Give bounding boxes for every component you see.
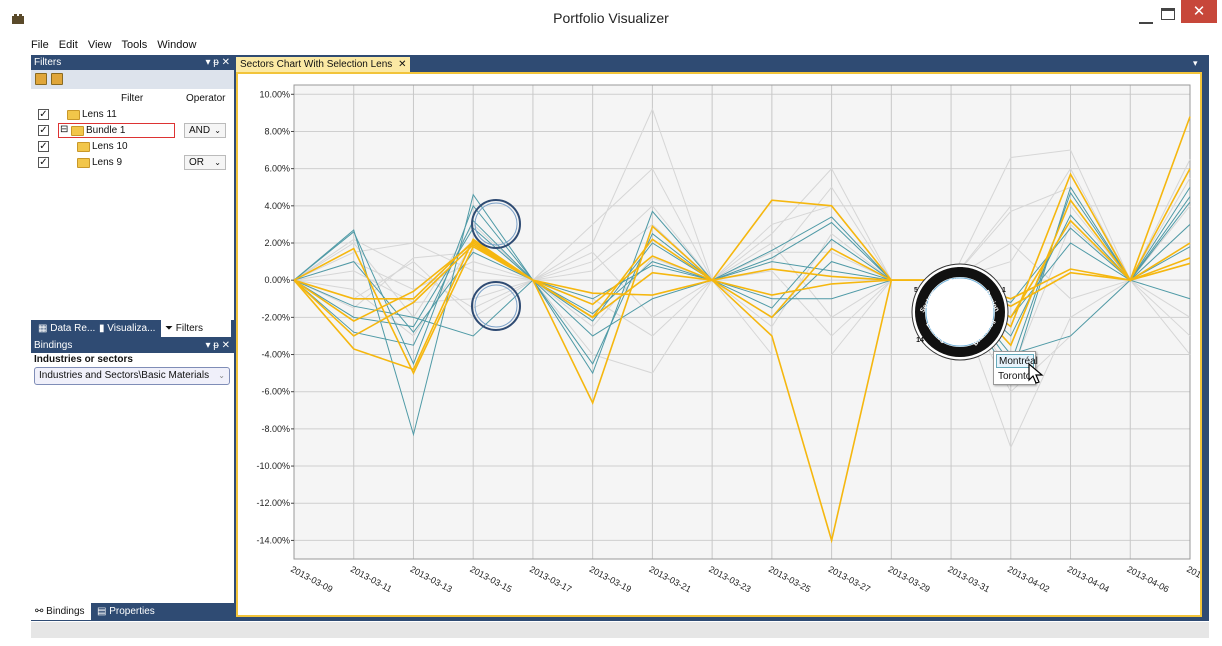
y-tick-label: -2.00% <box>261 312 290 322</box>
expander-icon[interactable]: ⊟ <box>60 124 68 135</box>
tab-data-repository[interactable]: ▦ Data Re... <box>34 320 95 337</box>
filters-panel-title: Filters <box>34 57 62 68</box>
panel-tools[interactable]: ▾ ᵽ ✕ <box>205 338 230 353</box>
filter-checkbox[interactable]: ✓ <box>38 141 49 152</box>
filter-row[interactable]: ✓ Lens 11 <box>31 107 234 123</box>
lens-count-right: 1 <box>1002 287 1006 294</box>
menu-view[interactable]: View <box>88 39 112 51</box>
maximize-button[interactable] <box>1161 8 1175 20</box>
y-tick-label: 6.00% <box>264 164 290 174</box>
menu-bar: File Edit View Tools Window <box>31 39 203 55</box>
y-tick-label: -14.00% <box>256 535 290 545</box>
y-tick-label: -6.00% <box>261 387 290 397</box>
y-tick-label: -4.00% <box>261 350 290 360</box>
chart-frame: 10.00% 8.00% 6.00% 4.00% 2.00% 0.00% -2.00% -4.… <box>236 72 1202 617</box>
x-tick-label: 2013-03-15 <box>468 564 513 594</box>
menu-edit[interactable]: Edit <box>59 39 78 51</box>
column-header-operator: Operator <box>186 93 226 104</box>
filter-row[interactable]: ✓ Lens 9 OR ⌄ <box>31 155 234 171</box>
filter-checkbox[interactable]: ✓ <box>38 157 49 168</box>
y-tick-label: 8.00% <box>264 126 290 136</box>
filter-label: Lens 9 <box>92 157 123 168</box>
filter-checkbox[interactable]: ✓ <box>38 125 49 136</box>
bindings-panel-tabs: ⚯ Bindings ▤ Properties <box>31 603 234 620</box>
filters-panel: Filters ▾ ᵽ ✕ Filter Operator ✓ Lens 11 … <box>31 55 234 337</box>
y-tick-label: -8.00% <box>261 424 290 434</box>
filter-label: Lens 11 <box>82 109 117 120</box>
filter-checkbox[interactable]: ✓ <box>38 109 49 120</box>
x-tick-label: 2013-03-09 <box>289 564 334 594</box>
y-tick-label: -10.00% <box>256 461 290 471</box>
x-tick-label: 2013-03-25 <box>767 564 812 594</box>
filter-row[interactable]: ✓ ⊟ Bundle 1 AND ⌄ <box>31 123 234 139</box>
folder-icon <box>77 158 90 168</box>
bindings-section-label: Industries or sectors <box>34 354 133 365</box>
filter-label: Lens 10 <box>92 141 128 152</box>
lens-close-icon: ✖ <box>957 351 963 359</box>
menu-tools[interactable]: Tools <box>122 39 148 51</box>
x-ticks: 2013-03-09 2013-03-11 2013-03-13 2013-03-15… <box>289 564 1200 594</box>
status-bar <box>31 622 1209 638</box>
folder-icon <box>67 110 80 120</box>
lens-count-left: 5 <box>914 287 918 294</box>
remove-filter-icon[interactable] <box>51 73 63 85</box>
add-filter-icon[interactable] <box>35 73 47 85</box>
close-tab-icon[interactable]: ✕ <box>398 59 406 70</box>
parallel-chart[interactable]: 10.00% 8.00% 6.00% 4.00% 2.00% 0.00% -2.00% -4.… <box>238 74 1200 615</box>
filter-row[interactable]: ✓ Lens 10 <box>31 139 234 155</box>
column-header-filter: Filter <box>121 93 144 104</box>
x-tick-label: 2013-03-27 <box>827 564 872 594</box>
x-tick-label: 2013-03-29 <box>886 564 931 594</box>
x-tick-label: 2013-04-08 <box>1185 564 1200 594</box>
x-tick-label: 2013-03-11 <box>349 564 394 594</box>
panel-tools[interactable]: ▾ ᵽ ✕ <box>205 55 230 70</box>
x-tick-label: 2013-03-13 <box>409 564 454 594</box>
mouse-cursor-icon <box>1028 362 1044 384</box>
tab-properties[interactable]: ▤ Properties <box>93 603 155 620</box>
y-ticks: 10.00% 8.00% 6.00% 4.00% 2.00% 0.00% -2.00% -4.… <box>256 89 294 545</box>
y-tick-label: 10.00% <box>259 89 290 99</box>
y-tick-label: 0.00% <box>264 275 290 285</box>
lens-menu-clients: Clients <box>948 279 971 286</box>
operator-select[interactable]: AND ⌄ <box>184 123 226 138</box>
x-tick-label: 2013-04-04 <box>1066 564 1111 594</box>
x-tick-label: 2013-04-02 <box>1006 564 1051 594</box>
x-tick-label: 2013-03-17 <box>528 564 573 594</box>
tab-filters[interactable]: ⏷ Filters <box>161 320 231 337</box>
x-tick-label: 2013-04-06 <box>1125 564 1170 594</box>
bindings-panel: Bindings ▾ ᵽ ✕ Industries or sectors Ind… <box>31 338 234 603</box>
bindings-panel-title: Bindings <box>34 340 73 351</box>
title-bar: Portfolio Visualizer ✕ <box>0 0 1222 37</box>
menu-file[interactable]: File <box>31 39 49 51</box>
x-tick-label: 2013-03-19 <box>588 564 633 594</box>
folder-icon <box>71 126 84 136</box>
filters-panel-header: Filters ▾ ᵽ ✕ <box>31 55 234 70</box>
tab-bindings[interactable]: ⚯ Bindings <box>31 603 91 620</box>
close-button[interactable]: ✕ <box>1181 0 1217 23</box>
x-tick-label: 2013-03-31 <box>946 564 991 594</box>
bindings-panel-header: Bindings ▾ ᵽ ✕ <box>31 338 234 353</box>
window-title: Portfolio Visualizer <box>553 10 669 26</box>
filters-panel-tabs: ▦ Data Re... ▮ Visualiza... ⏷ Filters <box>31 320 234 337</box>
menu-window[interactable]: Window <box>157 39 196 51</box>
lens-count-bottom: 14 <box>916 337 924 344</box>
lens-count-top: 12 <box>956 267 964 274</box>
y-tick-label: -12.00% <box>256 498 290 508</box>
x-tick-label: 2013-03-23 <box>707 564 752 594</box>
filters-toolbar <box>31 70 234 89</box>
binding-input[interactable]: Industries and Sectors\Basic Materials ⌄ <box>34 367 230 385</box>
y-tick-label: 2.00% <box>264 238 290 248</box>
document-menu-icon[interactable]: ▾ <box>1193 58 1198 69</box>
filter-label: Bundle 1 <box>86 125 126 136</box>
y-tick-label: 4.00% <box>264 201 290 211</box>
tab-sectors-chart[interactable]: Sectors Chart With Selection Lens ✕ <box>236 57 411 72</box>
x-tick-label: 2013-03-21 <box>647 564 692 594</box>
minimize-button[interactable] <box>1139 14 1153 24</box>
tab-visualizations[interactable]: ▮ Visualiza... <box>95 320 155 337</box>
folder-icon <box>77 142 90 152</box>
operator-select[interactable]: OR ⌄ <box>184 155 226 170</box>
